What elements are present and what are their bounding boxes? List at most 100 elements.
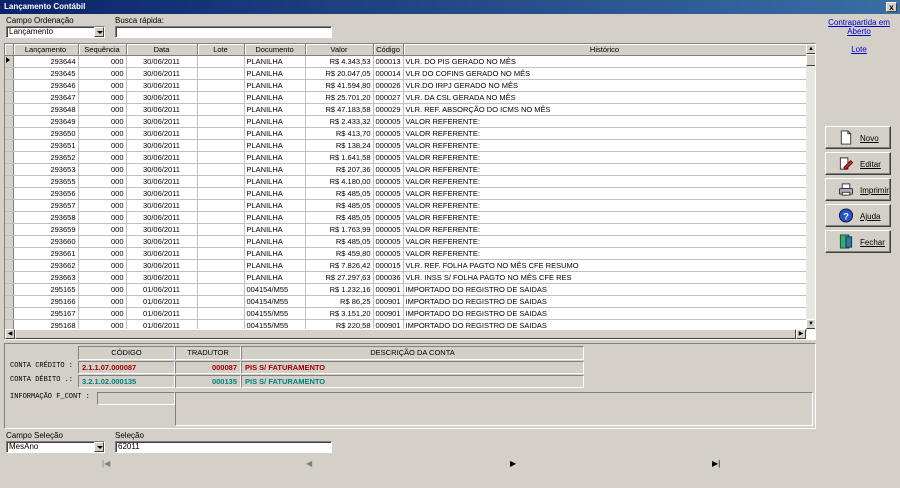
table-cell[interactable]: 000 bbox=[78, 223, 127, 236]
table-cell[interactable]: 000005 bbox=[373, 139, 404, 152]
table-row[interactable]: 293645 000 30/06/2011 PLANILHA R$ 20.047,05 0… bbox=[5, 67, 807, 80]
table-cell[interactable]: 293646 bbox=[13, 79, 79, 92]
table-row[interactable]: 293650 000 30/06/2011 PLANILHA R$ 413,70 0000… bbox=[5, 127, 807, 140]
table-cell[interactable]: 000036 bbox=[373, 271, 404, 284]
table-cell[interactable]: 000 bbox=[78, 67, 127, 80]
table-cell[interactable]: 30/06/2011 bbox=[126, 115, 198, 128]
table-cell[interactable]: 30/06/2011 bbox=[126, 91, 198, 104]
column-header[interactable]: Lote bbox=[197, 44, 245, 56]
table-cell[interactable]: 30/06/2011 bbox=[126, 259, 198, 272]
table-cell[interactable]: PLANILHA bbox=[244, 103, 306, 116]
table-cell[interactable]: 000 bbox=[78, 283, 127, 296]
table-cell[interactable]: PLANILHA bbox=[244, 223, 306, 236]
table-cell[interactable]: 004155/M55 bbox=[244, 307, 306, 320]
table-cell[interactable]: 30/06/2011 bbox=[126, 55, 198, 68]
table-cell[interactable]: R$ 485,05 bbox=[305, 235, 374, 248]
nav-prev-icon[interactable]: ◀ bbox=[306, 459, 312, 468]
table-cell[interactable]: 293659 bbox=[13, 223, 79, 236]
table-cell[interactable]: 293653 bbox=[13, 163, 79, 176]
table-cell[interactable]: PLANILHA bbox=[244, 79, 306, 92]
row-indicator[interactable] bbox=[5, 127, 14, 140]
table-cell[interactable]: R$ 485,05 bbox=[305, 187, 374, 200]
table-cell[interactable]: VLR.DO IRPJ GERADO NO MÊS bbox=[403, 79, 807, 92]
table-cell[interactable]: R$ 485,05 bbox=[305, 199, 374, 212]
table-cell[interactable]: 293651 bbox=[13, 139, 79, 152]
column-header[interactable]: Sequência bbox=[78, 44, 127, 56]
table-cell[interactable]: 000901 bbox=[373, 295, 404, 308]
table-cell[interactable]: 30/06/2011 bbox=[126, 127, 198, 140]
row-indicator[interactable] bbox=[5, 175, 14, 188]
column-header[interactable]: Data bbox=[126, 44, 198, 56]
table-cell[interactable]: 000 bbox=[78, 139, 127, 152]
column-header[interactable]: Código bbox=[373, 44, 404, 56]
table-cell[interactable]: 295166 bbox=[13, 295, 79, 308]
table-cell[interactable]: 293649 bbox=[13, 115, 79, 128]
table-cell[interactable]: 293663 bbox=[13, 271, 79, 284]
table-cell[interactable]: VLR. DO PIS GERADO NO MÊS bbox=[403, 55, 807, 68]
table-cell[interactable]: 000005 bbox=[373, 163, 404, 176]
row-indicator[interactable] bbox=[5, 115, 14, 128]
row-indicator[interactable] bbox=[5, 199, 14, 212]
table-cell[interactable] bbox=[197, 235, 245, 248]
table-cell[interactable]: PLANILHA bbox=[244, 91, 306, 104]
row-indicator[interactable] bbox=[5, 139, 14, 152]
fechar-button[interactable]: Fechar bbox=[825, 230, 891, 253]
table-cell[interactable]: 000 bbox=[78, 115, 127, 128]
row-indicator[interactable] bbox=[5, 295, 14, 308]
table-cell[interactable] bbox=[197, 199, 245, 212]
chevron-down-icon[interactable] bbox=[94, 442, 104, 452]
table-cell[interactable]: 293656 bbox=[13, 187, 79, 200]
table-cell[interactable]: 000 bbox=[78, 175, 127, 188]
table-cell[interactable]: VALOR REFERENTE: bbox=[403, 223, 807, 236]
table-cell[interactable]: VALOR REFERENTE: bbox=[403, 247, 807, 260]
table-cell[interactable]: PLANILHA bbox=[244, 187, 306, 200]
table-cell[interactable]: PLANILHA bbox=[244, 139, 306, 152]
table-cell[interactable]: VALOR REFERENTE: bbox=[403, 115, 807, 128]
table-cell[interactable]: 000005 bbox=[373, 247, 404, 260]
ajuda-button[interactable]: ? Ajuda bbox=[825, 204, 891, 227]
table-row[interactable]: 293659 000 30/06/2011 PLANILHA R$ 1.763,99 00… bbox=[5, 223, 807, 236]
selecao-campo-select[interactable]: MesAno bbox=[6, 441, 105, 453]
table-cell[interactable]: VLR. REF. FOLHA PAGTO NO MÊS CFE RESUMO bbox=[403, 259, 807, 272]
row-indicator[interactable] bbox=[5, 163, 14, 176]
table-cell[interactable]: 000005 bbox=[373, 199, 404, 212]
nav-first-icon[interactable]: |◀ bbox=[102, 459, 110, 468]
table-cell[interactable]: VLR. REF. ABSORÇÃO DO ICMS NO MÊS bbox=[403, 103, 807, 116]
ordenacao-select[interactable]: Lançamento bbox=[6, 26, 105, 38]
table-cell[interactable]: R$ 2.433,32 bbox=[305, 115, 374, 128]
table-cell[interactable]: PLANILHA bbox=[244, 271, 306, 284]
table-cell[interactable]: 293647 bbox=[13, 91, 79, 104]
table-cell[interactable]: R$ 459,80 bbox=[305, 247, 374, 260]
table-cell[interactable]: R$ 20.047,05 bbox=[305, 67, 374, 80]
table-cell[interactable]: 000 bbox=[78, 163, 127, 176]
horizontal-scrollbar[interactable]: ◀ ▶ bbox=[5, 329, 806, 339]
table-cell[interactable]: PLANILHA bbox=[244, 67, 306, 80]
table-cell[interactable]: PLANILHA bbox=[244, 115, 306, 128]
row-indicator[interactable] bbox=[5, 67, 14, 80]
table-cell[interactable]: 000005 bbox=[373, 187, 404, 200]
table-cell[interactable] bbox=[197, 271, 245, 284]
novo-button[interactable]: Novo bbox=[825, 126, 891, 149]
table-cell[interactable]: R$ 207,36 bbox=[305, 163, 374, 176]
lote-link[interactable]: Lote bbox=[824, 45, 894, 54]
table-cell[interactable]: R$ 47.183,58 bbox=[305, 103, 374, 116]
table-cell[interactable] bbox=[197, 175, 245, 188]
table-cell[interactable]: VALOR REFERENTE: bbox=[403, 187, 807, 200]
table-cell[interactable]: 30/06/2011 bbox=[126, 151, 198, 164]
table-cell[interactable] bbox=[197, 307, 245, 320]
table-cell[interactable]: 293661 bbox=[13, 247, 79, 260]
table-cell[interactable]: 000005 bbox=[373, 235, 404, 248]
table-cell[interactable]: 01/06/2011 bbox=[126, 307, 198, 320]
table-cell[interactable]: VLR. INSS S/ FOLHA PAGTO NO MÊS CFE RES bbox=[403, 271, 807, 284]
column-header[interactable]: Histórico bbox=[403, 44, 807, 56]
table-cell[interactable]: 30/06/2011 bbox=[126, 103, 198, 116]
table-cell[interactable]: 293650 bbox=[13, 127, 79, 140]
selecao-input[interactable]: 62011 bbox=[115, 441, 332, 453]
table-cell[interactable]: 000 bbox=[78, 187, 127, 200]
row-indicator[interactable] bbox=[5, 283, 14, 296]
table-row[interactable]: 293656 000 30/06/2011 PLANILHA R$ 485,05 0000… bbox=[5, 187, 807, 200]
nav-last-icon[interactable]: ▶| bbox=[712, 459, 720, 468]
table-cell[interactable]: PLANILHA bbox=[244, 247, 306, 260]
table-cell[interactable] bbox=[197, 79, 245, 92]
table-cell[interactable] bbox=[197, 211, 245, 224]
